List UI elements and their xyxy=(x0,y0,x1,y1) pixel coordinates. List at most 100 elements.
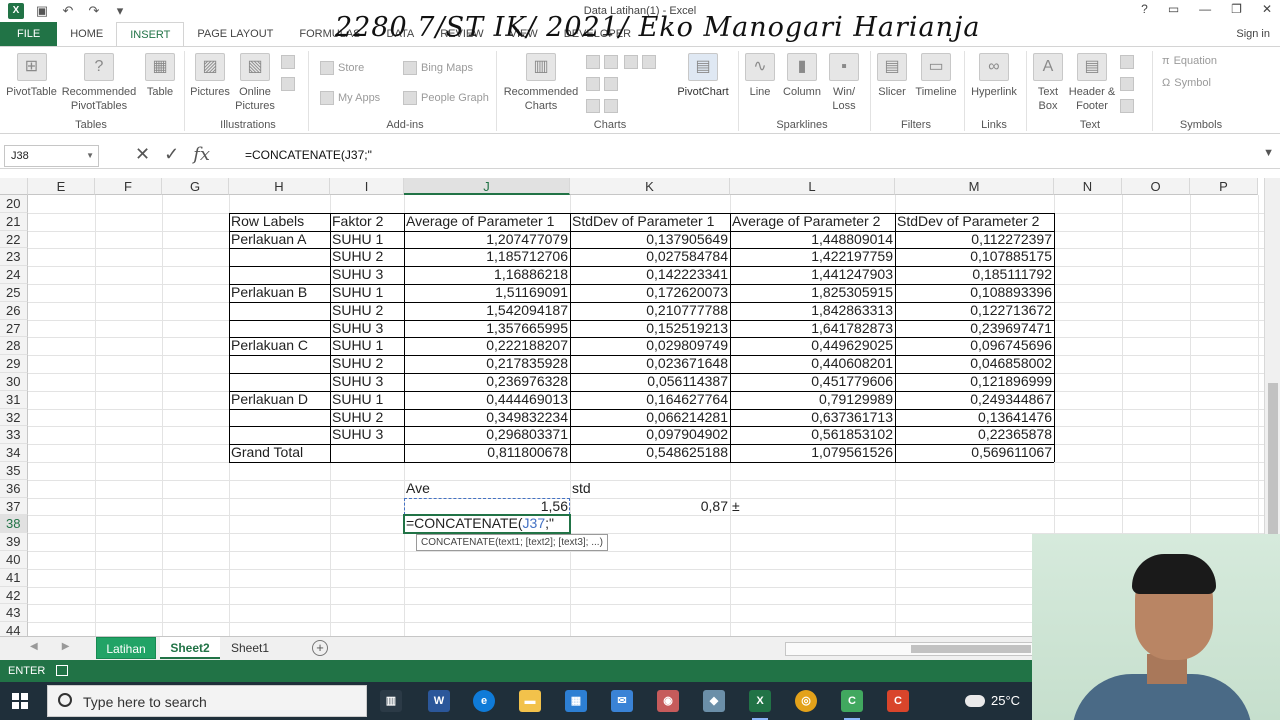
online-pictures-button[interactable]: ▧ Online Pictures xyxy=(232,49,278,113)
row-header-38[interactable]: 38 xyxy=(0,515,28,534)
pivot-cell[interactable]: SUHU 1 xyxy=(330,337,404,354)
pivot-cell[interactable]: 0,185111792 xyxy=(895,266,1054,283)
pivot-cell[interactable]: 0,137905649 xyxy=(570,231,730,248)
row-header-36[interactable]: 36 xyxy=(0,479,28,498)
pivottable-button[interactable]: ⊞ PivotTable xyxy=(4,49,59,99)
word-icon[interactable]: W xyxy=(428,690,450,712)
pivot-cell[interactable]: 0,027584784 xyxy=(570,248,730,265)
column-header-m[interactable]: M xyxy=(895,178,1054,195)
row-header-23[interactable]: 23 xyxy=(0,248,28,267)
recommended-charts-button[interactable]: ▥ Recommended Charts xyxy=(500,49,582,113)
row-header-24[interactable]: 24 xyxy=(0,266,28,284)
pivot-cell[interactable]: 0,096745696 xyxy=(895,337,1054,354)
column-header-f[interactable]: F xyxy=(95,178,162,195)
sparkline-column-button[interactable]: ▮ Column xyxy=(780,49,824,99)
recommended-pivottables-button[interactable]: ? Recommended PivotTables xyxy=(60,49,138,113)
pivot-cell[interactable]: 0,444469013 xyxy=(404,391,570,408)
pivot-cell[interactable]: 1,825305915 xyxy=(730,284,895,301)
pivot-cell[interactable]: 1,079561526 xyxy=(730,444,895,461)
pivot-cell[interactable]: 0,108893396 xyxy=(895,284,1054,301)
excel-taskbar-icon[interactable]: X xyxy=(749,690,771,720)
row-header-33[interactable]: 33 xyxy=(0,426,28,445)
pivot-cell[interactable]: 1,185712706 xyxy=(404,248,570,265)
column-header-k[interactable]: K xyxy=(570,178,730,195)
pivot-cell[interactable]: 0,066214281 xyxy=(570,409,730,426)
pivot-cell[interactable]: 0,152519213 xyxy=(570,320,730,337)
pivot-cell[interactable]: SUHU 2 xyxy=(330,409,404,426)
scatter-chart-icon[interactable] xyxy=(624,55,656,69)
row-header-25[interactable]: 25 xyxy=(0,284,28,302)
file-explorer-icon[interactable]: ▬ xyxy=(519,690,541,712)
pivot-cell[interactable]: 0,164627764 xyxy=(570,391,730,408)
camtasia-green-icon[interactable]: C xyxy=(841,690,863,720)
notes-app-icon[interactable]: ◆ xyxy=(703,690,725,712)
pivot-cell[interactable]: 0,046858002 xyxy=(895,355,1054,372)
tab-page-layout[interactable]: PAGE LAYOUT xyxy=(184,22,286,46)
row-header-35[interactable]: 35 xyxy=(0,462,28,480)
pivot-cell[interactable]: SUHU 3 xyxy=(330,266,404,283)
insert-function-icon[interactable]: fx xyxy=(193,144,210,165)
table-button[interactable]: ▦ Table xyxy=(142,49,178,99)
pivot-cell[interactable]: 0,637361713 xyxy=(730,409,895,426)
select-all-corner[interactable] xyxy=(0,178,28,195)
pivot-cell[interactable]: 0,239697471 xyxy=(895,320,1054,337)
pivot-cell[interactable]: 1,207477079 xyxy=(404,231,570,248)
taskbar-search[interactable]: Type here to search xyxy=(47,685,367,717)
pivot-cell[interactable]: Perlakuan B xyxy=(229,284,330,301)
pivot-cell[interactable]: 0,349832234 xyxy=(404,409,570,426)
pivot-cell[interactable]: 0,440608201 xyxy=(730,355,895,372)
store-app-icon[interactable]: ▦ xyxy=(565,690,587,712)
row-header-34[interactable]: 34 xyxy=(0,444,28,462)
mail-icon[interactable]: ✉ xyxy=(611,690,633,712)
row-header-30[interactable]: 30 xyxy=(0,373,28,391)
pivot-cell[interactable]: 0,548625188 xyxy=(570,444,730,461)
add-sheet-icon[interactable]: + xyxy=(312,640,328,656)
shapes-icon[interactable] xyxy=(281,55,295,69)
slicer-button[interactable]: ▤ Slicer xyxy=(874,49,910,99)
horizontal-scroll-thumb[interactable] xyxy=(911,645,1031,653)
pivot-cell[interactable]: 0,22365878 xyxy=(895,426,1054,443)
signature-line-icon[interactable] xyxy=(1120,77,1134,91)
pivot-cell[interactable]: 0,222188207 xyxy=(404,337,570,354)
store-button[interactable]: Store xyxy=(320,61,364,75)
pivot-cell[interactable]: 0,79129989 xyxy=(730,391,895,408)
weather-widget[interactable]: 25°C xyxy=(965,693,1020,708)
sign-in-link[interactable]: Sign in xyxy=(1236,22,1270,46)
tab-file[interactable]: FILE xyxy=(0,22,58,46)
macro-record-icon[interactable] xyxy=(56,665,68,676)
pivot-cell[interactable]: 1,51169091 xyxy=(404,284,570,301)
row-header-21[interactable]: 21 xyxy=(0,212,28,231)
row-header-40[interactable]: 40 xyxy=(0,551,28,569)
pivot-cell[interactable]: 0,210777788 xyxy=(570,302,730,319)
windows-start-icon[interactable] xyxy=(12,693,28,709)
pivot-header-cell[interactable]: StdDev of Parameter 2 xyxy=(895,213,1054,230)
pivot-cell[interactable]: Grand Total xyxy=(229,444,330,461)
wordart-icon[interactable] xyxy=(1120,55,1134,69)
pivot-cell[interactable]: Perlakuan D xyxy=(229,391,330,408)
pivot-cell[interactable]: 1,448809014 xyxy=(730,231,895,248)
pivot-cell[interactable]: SUHU 1 xyxy=(330,231,404,248)
row-header-32[interactable]: 32 xyxy=(0,408,28,427)
tab-home[interactable]: HOME xyxy=(57,22,116,46)
pivotchart-button[interactable]: ▤ PivotChart xyxy=(672,49,734,99)
ribbon-display-icon[interactable]: ▭ xyxy=(1168,2,1179,16)
column-header-i[interactable]: I xyxy=(330,178,404,195)
horizontal-scrollbar[interactable] xyxy=(785,642,1035,656)
bing-maps-button[interactable]: Bing Maps xyxy=(403,61,473,75)
row-header-31[interactable]: 31 xyxy=(0,390,28,409)
column-header-n[interactable]: N xyxy=(1054,178,1122,195)
column-header-l[interactable]: L xyxy=(730,178,895,195)
pivot-cell[interactable]: 1,842863313 xyxy=(730,302,895,319)
column-header-g[interactable]: G xyxy=(162,178,229,195)
pivot-cell[interactable]: 1,16886218 xyxy=(404,266,570,283)
pivot-cell[interactable]: 0,122713672 xyxy=(895,302,1054,319)
chevron-down-icon[interactable]: ▼ xyxy=(86,146,94,166)
pivot-cell[interactable]: 0,097904902 xyxy=(570,426,730,443)
row-header-44[interactable]: 44 xyxy=(0,622,28,636)
column-header-h[interactable]: H xyxy=(229,178,330,195)
row-header-41[interactable]: 41 xyxy=(0,568,28,587)
sheet-tab-sheet2[interactable]: Sheet2 xyxy=(160,637,220,659)
line-chart-icon[interactable] xyxy=(586,77,618,91)
pivot-cell[interactable]: SUHU 2 xyxy=(330,248,404,265)
scroll-left-icon[interactable]: ◀ xyxy=(30,641,38,652)
